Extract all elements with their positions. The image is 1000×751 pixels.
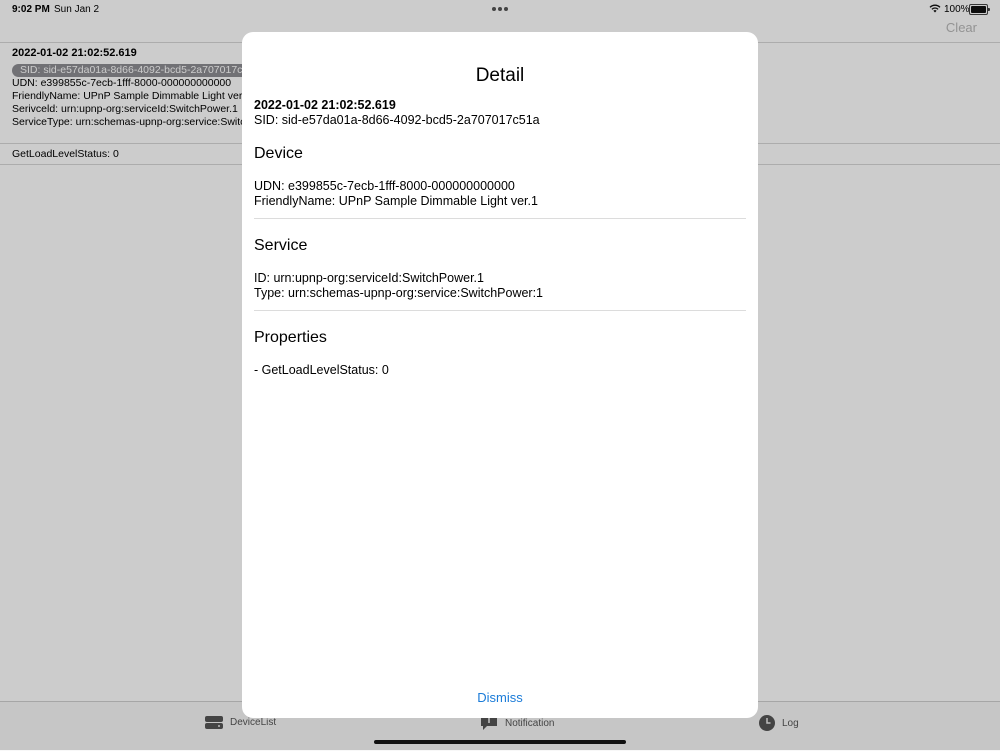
service-id: ID: urn:upnp-org:serviceId:SwitchPower.1 (254, 271, 484, 285)
detail-sheet: Detail 2022-01-02 21:02:52.619 SID: sid-… (242, 32, 758, 718)
property-item: - GetLoadLevelStatus: 0 (254, 363, 389, 377)
entry-time: 2022-01-02 21:02:52.619 (254, 98, 396, 112)
device-section-title: Device (254, 145, 303, 162)
sheet-body: 2022-01-02 21:02:52.619 SID: sid-e57da01… (254, 98, 746, 378)
entry-sid: SID: sid-e57da01a-8d66-4092-bcd5-2a70701… (254, 113, 540, 127)
entry-header: 2022-01-02 21:02:52.619 SID: sid-e57da01… (254, 98, 746, 128)
device-friendly-name: FriendlyName: UPnP Sample Dimmable Light… (254, 194, 538, 208)
properties-section: Properties - GetLoadLevelStatus: 0 (254, 311, 746, 378)
home-indicator[interactable] (374, 740, 626, 744)
device-section: Device UDN: e399855c-7ecb-1fff-8000-0000… (254, 128, 746, 219)
app-screen: 9:02 PM Sun Jan 2 100% Clear 2022-01-02 … (0, 0, 1000, 751)
service-section-title: Service (254, 237, 308, 254)
properties-section-title: Properties (254, 329, 327, 346)
service-type: Type: urn:schemas-upnp-org:service:Switc… (254, 286, 544, 300)
device-udn: UDN: e399855c-7ecb-1fff-8000-00000000000… (254, 179, 515, 193)
service-section: Service ID: urn:upnp-org:serviceId:Switc… (254, 219, 746, 311)
dismiss-button[interactable]: Dismiss (242, 690, 758, 705)
sheet-title: Detail (475, 65, 525, 86)
